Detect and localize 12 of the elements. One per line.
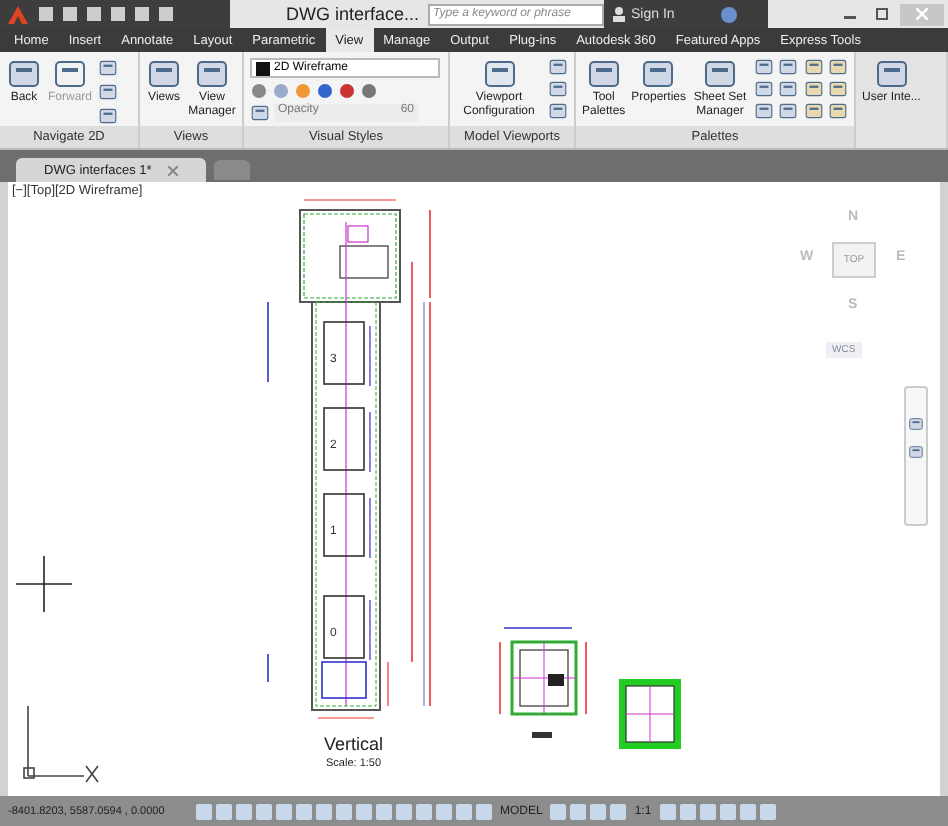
ucs-axes-icon xyxy=(23,705,99,783)
crosshair-cursor-icon xyxy=(15,555,73,613)
maximize-icon xyxy=(876,8,888,20)
drawing-title: Vertical xyxy=(324,734,384,754)
window-title: DWG interface... xyxy=(284,4,422,24)
help-icon[interactable] xyxy=(720,5,739,23)
close-icon xyxy=(916,8,928,20)
shaft-plan-drawing xyxy=(619,679,681,749)
close-icon[interactable] xyxy=(167,165,178,175)
wireframe-icon xyxy=(256,61,270,75)
user-icon xyxy=(611,6,626,22)
car-plan-drawing xyxy=(499,627,587,738)
